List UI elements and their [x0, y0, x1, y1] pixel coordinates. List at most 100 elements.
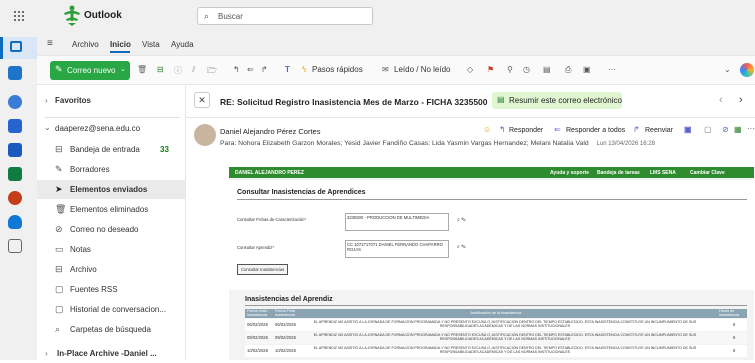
sidebar-item-archive[interactable]: ⊟ Archivo: [37, 260, 185, 279]
rules-icon[interactable]: ▤: [543, 65, 551, 74]
print-icon[interactable]: ⎙: [565, 65, 571, 75]
sidebar-item-deleted[interactable]: 🗑 Elementos eliminados: [37, 200, 185, 219]
compose-icon: ✎: [55, 64, 63, 74]
chevron-down-icon[interactable]: ⌄: [120, 65, 126, 73]
sidebar-item-label: Fuentes RSS: [70, 285, 118, 294]
divider: [45, 117, 180, 118]
more-options-icon[interactable]: ···: [608, 65, 616, 74]
search-box[interactable]: ⌕ Buscar: [197, 7, 373, 25]
emoji-icon[interactable]: ☺: [483, 125, 491, 134]
sidebar-item-label: Borradores: [70, 165, 110, 174]
calendar-icon[interactable]: [8, 66, 22, 80]
sidebar-item-label: Correo no deseado: [70, 225, 139, 234]
menu-vista[interactable]: Vista: [142, 40, 160, 49]
forward-icon[interactable]: ↱: [261, 65, 268, 74]
table-row: 09/02/2026 09/02/2026 EL APRENDIZ NO ASI…: [245, 332, 747, 344]
sidebar-item-notes[interactable]: ▭ Notas: [37, 240, 185, 259]
sidebar-item-sent[interactable]: ➤ Elementos enviados: [37, 180, 185, 199]
sidebar-item-drafts[interactable]: ✎ Borradores: [37, 160, 185, 179]
section2-title: Inasistencias del Aprendiz: [245, 296, 333, 303]
search-icon: ⌕: [204, 11, 210, 21]
archive-group-label: In-Place Archive -Daniel ...: [57, 349, 157, 358]
flag-icon[interactable]: ⚑: [487, 65, 494, 74]
pin-icon[interactable]: ⚲: [507, 65, 513, 74]
menu-ayuda[interactable]: Ayuda: [171, 40, 194, 49]
row-hours: 6: [733, 335, 736, 340]
immersive-icon[interactable]: ⊘: [722, 125, 729, 134]
grid-icon[interactable]: ▦: [734, 125, 742, 134]
immersive-reader-icon[interactable]: ▣: [583, 65, 591, 74]
row-end: 09/02/2026: [275, 335, 296, 340]
people-icon[interactable]: [8, 95, 22, 109]
account-group[interactable]: ⌄ daaperez@sena.edu.co: [37, 119, 185, 138]
table-row: 06/02/2026 06/02/2026 EL APRENDIZ NO ASI…: [245, 319, 747, 331]
hamburger-icon[interactable]: ≡: [47, 38, 53, 49]
favorites-group[interactable]: › Favoritos: [37, 91, 185, 110]
more-icon[interactable]: ···: [747, 124, 755, 133]
sidebar-item-label: Historial de conversacion...: [70, 305, 167, 314]
new-mail-label: Correo nuevo: [67, 66, 116, 75]
sweep-icon[interactable]: ⫽: [192, 65, 196, 75]
read-unread-icon: ✉: [382, 65, 389, 74]
expand-ribbon-icon[interactable]: ⌄: [724, 65, 731, 74]
reply-button[interactable]: Responder: [509, 127, 543, 134]
close-icon[interactable]: ✕: [194, 92, 210, 108]
move-icon[interactable]: 🗁: [207, 65, 217, 79]
aprendiz-value: CC 1072717071 DANIEL FERNANDO CHAPARRO R…: [345, 240, 449, 258]
row-text: EL APRENDIZ NO ASISTIÓ A LA JORNADA DE F…: [313, 320, 697, 328]
categorize-icon[interactable]: ◇: [467, 65, 473, 74]
app-launcher-icon[interactable]: [14, 11, 24, 21]
summarize-button[interactable]: ▤ Resumir este correo electrónico: [492, 92, 622, 109]
forward-icon: ↱: [633, 125, 640, 134]
delete-icon[interactable]: 🗑: [137, 65, 147, 74]
message-date: Lun 13/04/2026 16:28: [596, 141, 655, 147]
summarize-label: Resumir este correo electrónico: [509, 96, 622, 105]
read-unread-button[interactable]: Leído / No leído: [394, 65, 450, 74]
new-mail-button[interactable]: ✎ Correo nuevo ⌄: [50, 61, 130, 80]
menu-inicio[interactable]: Inicio: [110, 40, 131, 49]
reply-icon: ↰: [499, 125, 506, 134]
trash-icon: 🗑: [55, 204, 67, 214]
snooze-icon[interactable]: ◷: [523, 65, 530, 74]
mail-icon: [10, 41, 22, 52]
forward-button[interactable]: Reenviar: [645, 127, 673, 134]
teams-icon[interactable]: ▣: [684, 125, 692, 134]
ficha-search-icon: ⌕ ✎: [457, 217, 466, 223]
report-icon[interactable]: ⓘ: [174, 65, 182, 76]
powerpoint-icon[interactable]: [8, 191, 22, 205]
sidebar-item-rss[interactable]: ▢ Fuentes RSS: [37, 280, 185, 299]
more-apps-icon[interactable]: [8, 239, 22, 253]
excel-icon[interactable]: [8, 167, 22, 181]
sidebar-item-label: Bandeja de entrada: [70, 145, 140, 154]
archive-ribbon-icon[interactable]: ⊟: [157, 65, 164, 74]
active-tab-underline: [110, 51, 130, 53]
apps-icon[interactable]: ▢: [704, 125, 712, 134]
reply-icon[interactable]: ↰: [233, 65, 240, 74]
word-icon[interactable]: [8, 143, 22, 157]
aprendiz-label: Consultar Aprendiz*: [237, 245, 275, 250]
sidebar-item-junk[interactable]: ⊘ Correo no deseado: [37, 220, 185, 239]
sidebar-item-label: Notas: [70, 245, 91, 254]
reply-all-icon[interactable]: ⇐: [247, 65, 254, 74]
copilot-icon[interactable]: [740, 63, 754, 77]
sidebar-item-history[interactable]: ▢ Historial de conversacion...: [37, 300, 185, 319]
embedded-nav-help: Ayuda y soporte: [550, 170, 589, 176]
next-icon[interactable]: ›: [739, 94, 743, 106]
sidebar-item-search-folders[interactable]: ⌕ Carpetas de búsqueda: [37, 320, 185, 339]
reply-all-button[interactable]: Responder a todos: [566, 127, 625, 134]
unread-count: 33: [160, 145, 169, 154]
sidebar-item-inbox[interactable]: ⊟ Bandeja de entrada 33: [37, 140, 185, 159]
embedded-nav-tasks: Bandeja de tareas: [597, 170, 640, 176]
reading-pane: ✕ RE: Solicitud Registro Inasistencia Me…: [185, 85, 755, 360]
recipients[interactable]: Nohora Elizabeth Garzon Morales; Yesid J…: [238, 140, 588, 147]
row-end: 10/02/2026: [275, 348, 296, 353]
menu-archivo[interactable]: Archivo: [72, 40, 99, 49]
archive-group[interactable]: › In-Place Archive -Daniel ...: [37, 344, 185, 363]
todo-icon[interactable]: [8, 119, 22, 133]
quick-steps-button[interactable]: Pasos rápidos: [312, 65, 363, 74]
previous-icon[interactable]: ‹: [719, 94, 723, 106]
table-header: Fecha Inicio Inasistencia Fecha Final In…: [245, 309, 747, 318]
embedded-sofia-screenshot: DANIEL ALEJANDRO PEREZ Ayuda y soporte B…: [229, 167, 754, 360]
onedrive-icon[interactable]: [8, 215, 22, 229]
teams-icon[interactable]: T: [285, 65, 290, 74]
